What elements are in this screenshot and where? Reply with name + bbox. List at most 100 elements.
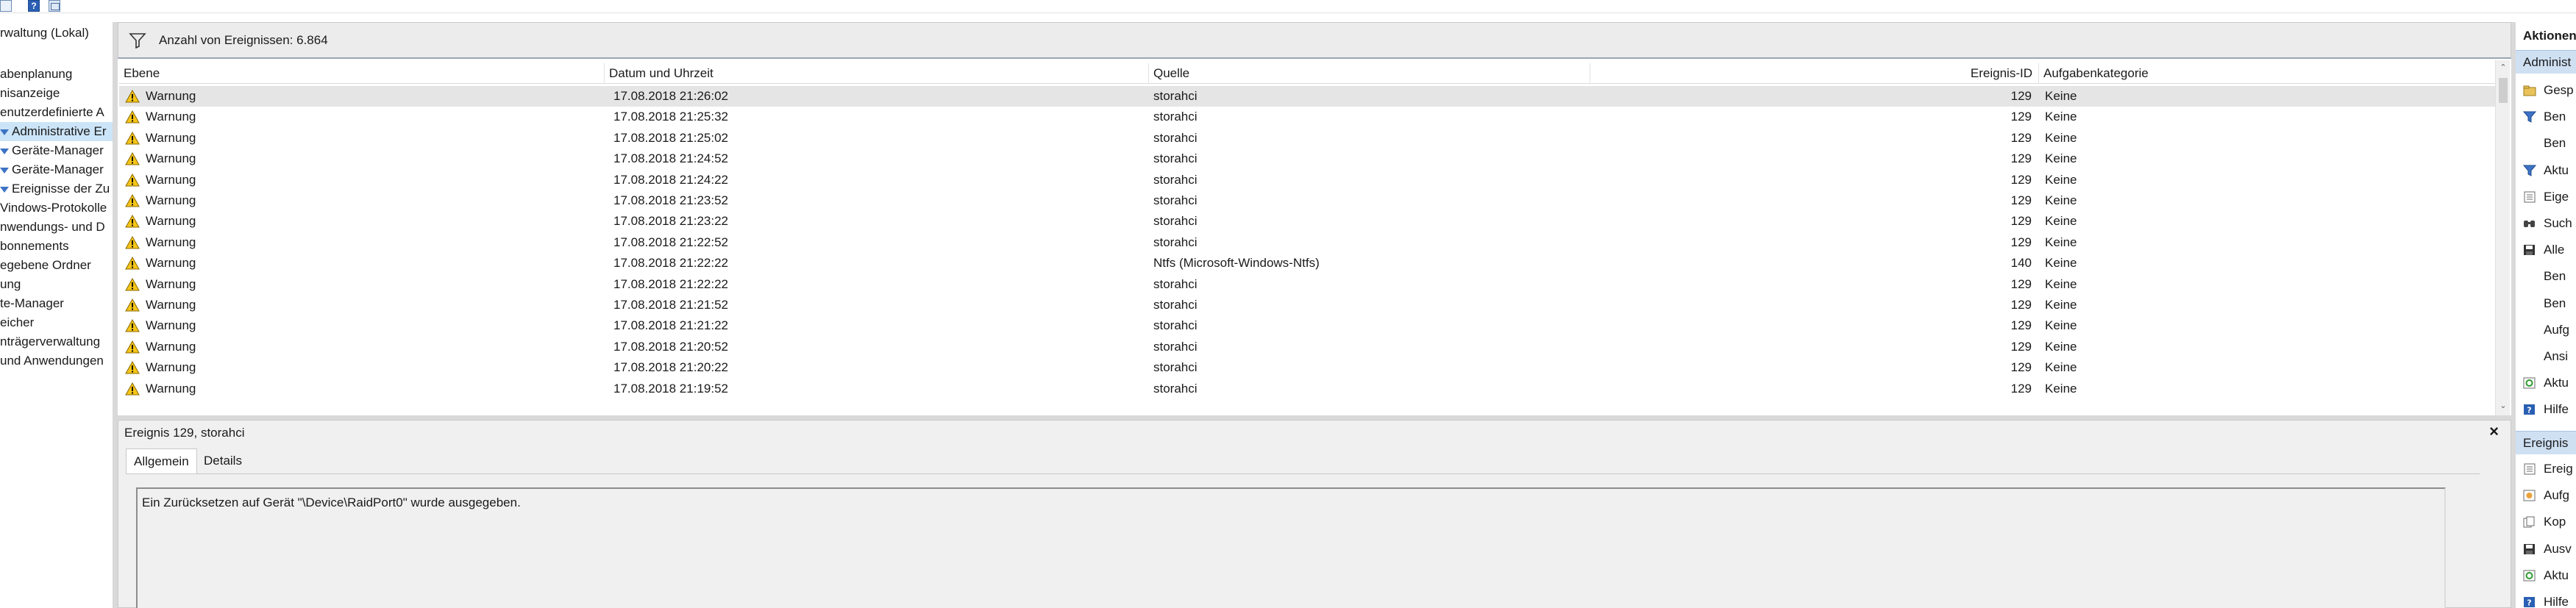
table-row[interactable]: Warnung 17.08.2018 21:23:52 storahci 129 Kei… [119,190,2495,211]
action-item[interactable]: Ereig [2516,458,2576,480]
cell-source: Ntfs (Microsoft-Windows-Ntfs) [1153,256,1320,271]
action-item[interactable]: Eige [2516,186,2576,208]
warning-icon [125,215,140,228]
tree-item-leistung[interactable]: ung [0,275,21,294]
action-item[interactable]: Ausv [2516,538,2576,560]
cell-level: Warnung [146,276,196,291]
action-item[interactable]: Ben [2516,106,2576,128]
action-item[interactable]: Such [2516,212,2576,235]
actions-section-view[interactable]: Administ [2516,50,2576,74]
action-item[interactable]: Alle [2516,239,2576,261]
cell-task-category: Keine [2045,256,2077,271]
tree-item-label: eicher [0,315,35,329]
table-row[interactable]: Warnung 17.08.2018 21:20:52 storahci 129 Kei… [119,337,2495,357]
open-folder-icon [2523,85,2536,96]
cell-event-id: 129 [2010,318,2032,333]
action-item[interactable]: Ansi [2516,346,2576,368]
scroll-thumb[interactable] [2499,78,2508,103]
tree-item-ereignisse-der-zugriff[interactable]: Ereignisse der Zu [0,179,110,199]
tree-item-datenspeicher[interactable]: eicher [0,313,34,332]
action-item[interactable]: Aktu [2516,565,2576,587]
tree-item-benutzerdefinierte-ansichten[interactable]: enutzerdefinierte A [0,103,104,122]
table-row[interactable]: Warnung 17.08.2018 21:20:22 storahci 129 Kei… [119,357,2495,378]
table-row[interactable]: Warnung 17.08.2018 21:24:52 storahci 129 Kei… [119,149,2495,169]
table-row[interactable]: Warnung 17.08.2018 21:23:22 storahci 129 Kei… [119,211,2495,232]
filter-icon[interactable] [129,32,146,49]
warning-icon [125,319,140,332]
event-grid[interactable]: Ebene Datum und Uhrzeit Quelle Ereignis-… [119,60,2495,415]
table-row[interactable]: Warnung 17.08.2018 21:22:22 storahci 129 Kei… [119,274,2495,295]
help-icon: ? [2524,597,2535,608]
action-item[interactable]: Aktu [2516,160,2576,182]
action-item[interactable]: Ben [2516,293,2576,315]
properties-icon[interactable] [0,0,12,12]
column-header-source[interactable]: Quelle [1149,63,1590,84]
action-item[interactable]: ? Hilfe [2516,591,2576,608]
action-item[interactable]: ? Hilfe [2516,398,2576,421]
table-row[interactable]: Warnung 17.08.2018 21:21:22 storahci 129 Kei… [119,315,2495,336]
console-tree: rwaltung (Lokal) abenplanung nisanzeige … [0,22,113,608]
tree-item-label: Geräte-Manager [12,143,104,157]
action-item[interactable]: Aufg [2516,484,2576,507]
tree-item-aufgabenplanung[interactable]: abenplanung [0,65,72,84]
tree-item-freigegebene-ordner[interactable]: egebene Ordner [0,256,91,275]
cell-datetime: 17.08.2018 21:22:22 [613,256,728,271]
column-header-datetime[interactable]: Datum und Uhrzeit [605,63,1149,84]
cell-source: storahci [1153,193,1198,207]
action-item-label: Aktu [2544,376,2569,390]
actions-section-event[interactable]: Ereignis [2516,431,2576,454]
table-row[interactable]: Warnung 17.08.2018 21:26:02 storahci 129 Kei… [119,86,2495,107]
tree-item-abonnements[interactable]: bonnements [0,237,69,256]
tree-item-geraete-manager-2[interactable]: Geräte-Manager [0,160,104,179]
close-icon[interactable]: × [2489,422,2499,441]
tab-general[interactable]: Allgemein [126,448,197,473]
center-pane: Anzahl von Ereignissen: 6.864 Ebene Datu… [118,22,2511,608]
table-row[interactable]: Warnung 17.08.2018 21:22:52 storahci 129 Kei… [119,232,2495,253]
tree-item-datentraegerverwaltung[interactable]: nträgerverwaltung [0,332,100,351]
action-item[interactable]: Aufg [2516,319,2576,341]
help-icon[interactable]: ? [28,0,40,12]
cell-task-category: Keine [2045,381,2077,396]
panel-icon[interactable] [49,0,60,12]
scroll-down-arrow[interactable]: ⌄ [2496,398,2511,413]
tree-item-label: nträgerverwaltung [0,335,101,348]
grid-scrollbar[interactable]: ⌃ ⌄ [2495,60,2510,415]
action-item-label: Hilfe [2544,402,2569,417]
cell-event-id: 140 [2010,256,2032,271]
tree-item-windows-protokolle[interactable]: Vindows-Protokolle [0,199,107,218]
action-item[interactable]: Gesp [2516,79,2576,101]
tree-item-anwendungs-und-dienstprotokolle[interactable]: nwendungs- und D [0,218,105,237]
column-header-event-id[interactable]: Ereignis-ID [1590,63,2039,84]
tree-item-ereignisanzeige[interactable]: nisanzeige [0,84,60,103]
action-item[interactable]: Kop [2516,511,2576,533]
table-row[interactable]: Warnung 17.08.2018 21:21:52 storahci 129 Kei… [119,295,2495,315]
table-row[interactable]: Warnung 17.08.2018 21:22:22 Ntfs (Microsof… [119,253,2495,273]
action-item[interactable]: Aktu [2516,372,2576,394]
scroll-up-arrow[interactable]: ⌃ [2496,60,2511,75]
action-item[interactable]: Ben [2516,265,2576,287]
tree-item-administrative-ereignisse[interactable]: Administrative Er [0,122,113,141]
column-header-task-category[interactable]: Aufgabenkategorie [2039,63,2495,84]
cell-source: storahci [1153,339,1198,354]
actions-pane: Aktionen Administ Gesp Ben Ben Aktu Eige Such… [2516,22,2576,608]
table-row[interactable]: Warnung 17.08.2018 21:25:02 storahci 129 Kei… [119,128,2495,149]
tree-item-label: ung [0,277,21,291]
cell-source: storahci [1153,381,1198,396]
table-row[interactable]: Warnung 17.08.2018 21:24:22 storahci 129 Kei… [119,170,2495,190]
column-header-level[interactable]: Ebene [119,63,605,84]
action-item-label: Such [2544,216,2572,230]
tab-details[interactable]: Details [196,448,249,473]
event-message-box[interactable]: Ein Zurücksetzen auf Gerät "\Device\Raid… [136,487,2446,608]
task-icon [2523,490,2536,501]
cell-event-id: 129 [2010,339,2032,354]
tree-item-computerverwaltung[interactable]: rwaltung (Lokal) [0,24,89,43]
tree-item-label: enutzerdefinierte A [0,105,104,119]
detail-title: Ereignis 129, storahci [124,426,245,440]
tree-item-dienste-und-anwendungen[interactable]: und Anwendungen [0,351,104,371]
event-detail-pane: Ereignis 129, storahci × Allgemein Detai… [118,420,2511,608]
table-row[interactable]: Warnung 17.08.2018 21:19:52 storahci 129 Kei… [119,379,2495,399]
tree-item-geraete-manager-1[interactable]: Geräte-Manager [0,141,104,160]
action-item[interactable]: Ben [2516,132,2576,154]
tree-item-geraete-manager[interactable]: te-Manager [0,294,64,313]
table-row[interactable]: Warnung 17.08.2018 21:25:32 storahci 129 Kei… [119,107,2495,127]
